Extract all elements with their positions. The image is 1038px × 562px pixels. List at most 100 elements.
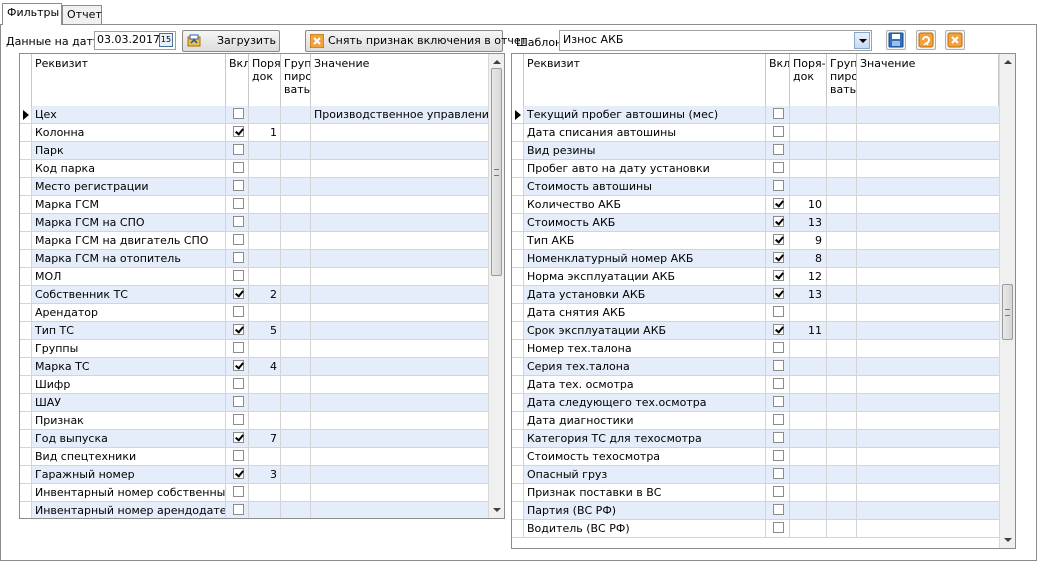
row-indicator[interactable] bbox=[20, 142, 32, 159]
cell-attribute[interactable]: Шифр bbox=[32, 376, 226, 393]
row-indicator[interactable] bbox=[20, 502, 32, 518]
include-checkbox[interactable] bbox=[773, 270, 784, 281]
table-row[interactable]: Дата тех. осмотра bbox=[512, 376, 1001, 394]
cell-attribute[interactable]: Срок эксплуатации АКБ bbox=[524, 322, 766, 339]
table-row[interactable]: Дата диагностики bbox=[512, 412, 1001, 430]
table-row[interactable]: Марка ГСМ на отопитель bbox=[20, 250, 490, 268]
row-indicator[interactable] bbox=[512, 124, 524, 141]
table-row[interactable]: Марка ТС 4 bbox=[20, 358, 490, 376]
row-indicator[interactable] bbox=[512, 142, 524, 159]
row-indicator[interactable] bbox=[20, 358, 32, 375]
header-col-group[interactable]: Груп пиро вать bbox=[281, 54, 311, 106]
cell-value[interactable] bbox=[311, 394, 490, 411]
scroll-up-arrow-icon[interactable] bbox=[1004, 60, 1012, 64]
cell-attribute[interactable]: Текущий пробег автошины (мес) bbox=[524, 106, 766, 123]
cell-group[interactable] bbox=[827, 466, 857, 483]
cell-value[interactable] bbox=[311, 160, 490, 177]
table-row[interactable]: Гаражный номер 3 bbox=[20, 466, 490, 484]
cell-group[interactable] bbox=[827, 376, 857, 393]
cell-order[interactable]: 4 bbox=[249, 358, 281, 375]
table-row[interactable]: Арендатор bbox=[20, 304, 490, 322]
cell-attribute[interactable]: МОЛ bbox=[32, 268, 226, 285]
delete-button[interactable] bbox=[945, 30, 965, 50]
table-row[interactable]: Категория ТС для техосмотра bbox=[512, 430, 1001, 448]
table-row[interactable]: Признак поставки в ВС bbox=[512, 484, 1001, 502]
table-row[interactable]: ШАУ bbox=[20, 394, 490, 412]
cell-attribute[interactable]: Парк bbox=[32, 142, 226, 159]
cell-value[interactable] bbox=[857, 520, 999, 537]
cell-value[interactable] bbox=[311, 322, 490, 339]
cell-value[interactable] bbox=[311, 214, 490, 231]
cell-attribute[interactable]: Стоимость АКБ bbox=[524, 214, 766, 231]
cell-attribute[interactable]: Норма эксплуатации АКБ bbox=[524, 268, 766, 285]
cell-attribute[interactable]: Марка ГСМ bbox=[32, 196, 226, 213]
cell-order[interactable]: 13 bbox=[790, 214, 827, 231]
cell-value[interactable] bbox=[311, 502, 490, 518]
cell-group[interactable] bbox=[827, 358, 857, 375]
include-checkbox[interactable] bbox=[233, 342, 244, 353]
include-checkbox[interactable] bbox=[233, 270, 244, 281]
cell-value[interactable] bbox=[311, 142, 490, 159]
cell-group[interactable] bbox=[281, 484, 311, 501]
cell-attribute[interactable]: Группы bbox=[32, 340, 226, 357]
cell-value[interactable] bbox=[311, 484, 490, 501]
table-row[interactable]: Код парка bbox=[20, 160, 490, 178]
header-col-include[interactable]: Вкл bbox=[766, 54, 790, 106]
cell-value[interactable] bbox=[857, 286, 999, 303]
cell-group[interactable] bbox=[827, 268, 857, 285]
cell-order[interactable]: 8 bbox=[790, 250, 827, 267]
cell-group[interactable] bbox=[827, 286, 857, 303]
cell-value[interactable] bbox=[857, 502, 999, 519]
cell-value[interactable] bbox=[857, 142, 999, 159]
row-indicator[interactable] bbox=[20, 178, 32, 195]
vertical-scrollbar[interactable] bbox=[999, 54, 1015, 548]
row-indicator[interactable] bbox=[512, 466, 524, 483]
cell-group[interactable] bbox=[827, 502, 857, 519]
cell-value[interactable] bbox=[857, 412, 999, 429]
table-row[interactable]: Номер тех.талона bbox=[512, 340, 1001, 358]
cell-group[interactable] bbox=[281, 502, 311, 518]
cell-value[interactable] bbox=[857, 178, 999, 195]
table-row[interactable]: Инвентарный номер арендодателя bbox=[20, 502, 490, 518]
cell-order[interactable] bbox=[790, 124, 827, 141]
table-row[interactable]: Срок эксплуатации АКБ 11 bbox=[512, 322, 1001, 340]
cell-attribute[interactable]: Инвентарный номер арендодателя bbox=[32, 502, 226, 518]
cell-attribute[interactable]: Стоимость автошины bbox=[524, 178, 766, 195]
row-indicator[interactable] bbox=[512, 160, 524, 177]
row-indicator[interactable] bbox=[512, 376, 524, 393]
table-row[interactable]: Дата следующего тех.осмотра bbox=[512, 394, 1001, 412]
cell-order[interactable] bbox=[790, 520, 827, 537]
cell-value[interactable] bbox=[857, 196, 999, 213]
cell-value[interactable] bbox=[857, 304, 999, 321]
cell-attribute[interactable]: Партия (ВС РФ) bbox=[524, 502, 766, 519]
table-row[interactable]: Шифр bbox=[20, 376, 490, 394]
cell-order[interactable]: 9 bbox=[790, 232, 827, 249]
cell-value[interactable] bbox=[857, 106, 999, 123]
include-checkbox[interactable] bbox=[233, 144, 244, 155]
include-checkbox[interactable] bbox=[773, 342, 784, 353]
save-button[interactable] bbox=[886, 30, 906, 50]
row-indicator[interactable] bbox=[512, 304, 524, 321]
cell-attribute[interactable]: Признак поставки в ВС bbox=[524, 484, 766, 501]
cell-attribute[interactable]: Колонна bbox=[32, 124, 226, 141]
include-checkbox[interactable] bbox=[233, 468, 244, 479]
header-col-value[interactable]: Значение bbox=[857, 54, 999, 106]
row-indicator[interactable] bbox=[20, 430, 32, 447]
table-row[interactable]: Вид резины bbox=[512, 142, 1001, 160]
cell-value[interactable] bbox=[311, 124, 490, 141]
cell-order[interactable] bbox=[790, 142, 827, 159]
row-indicator[interactable] bbox=[20, 286, 32, 303]
scroll-down-arrow-icon[interactable] bbox=[1004, 538, 1012, 542]
cell-value[interactable] bbox=[311, 196, 490, 213]
cell-attribute[interactable]: Дата установки АКБ bbox=[524, 286, 766, 303]
include-checkbox[interactable] bbox=[773, 378, 784, 389]
cell-order[interactable]: 11 bbox=[790, 322, 827, 339]
cell-attribute[interactable]: Вид резины bbox=[524, 142, 766, 159]
cell-group[interactable] bbox=[281, 214, 311, 231]
cell-attribute[interactable]: Пробег авто на дату установки bbox=[524, 160, 766, 177]
cell-order[interactable] bbox=[790, 358, 827, 375]
cell-attribute[interactable]: Дата следующего тех.осмотра bbox=[524, 394, 766, 411]
scroll-thumb[interactable] bbox=[491, 68, 502, 276]
cell-group[interactable] bbox=[827, 448, 857, 465]
cell-value[interactable] bbox=[857, 394, 999, 411]
